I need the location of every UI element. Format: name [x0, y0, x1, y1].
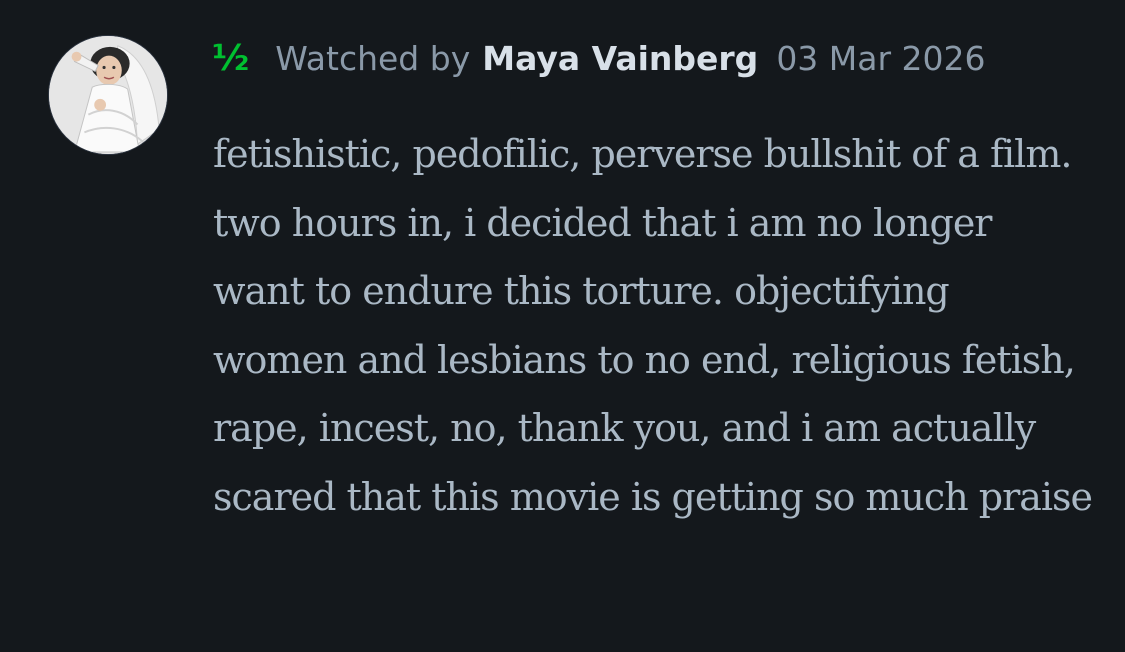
- author-name[interactable]: Maya Vainberg: [482, 36, 758, 82]
- review-header: ½ Watched by Maya Vainberg 03 Mar 2026: [212, 36, 986, 82]
- watched-by-label: Watched by: [275, 39, 471, 78]
- review-card: ½ Watched by Maya Vainberg 03 Mar 2026 f…: [0, 0, 1125, 652]
- review-date: 03 Mar 2026: [776, 39, 986, 78]
- rating: ½: [212, 38, 250, 79]
- review-body: fetishistic, pedofilic, perverse bullshi…: [213, 132, 1093, 519]
- avatar[interactable]: [48, 35, 168, 155]
- avatar-photo-icon: [49, 36, 167, 154]
